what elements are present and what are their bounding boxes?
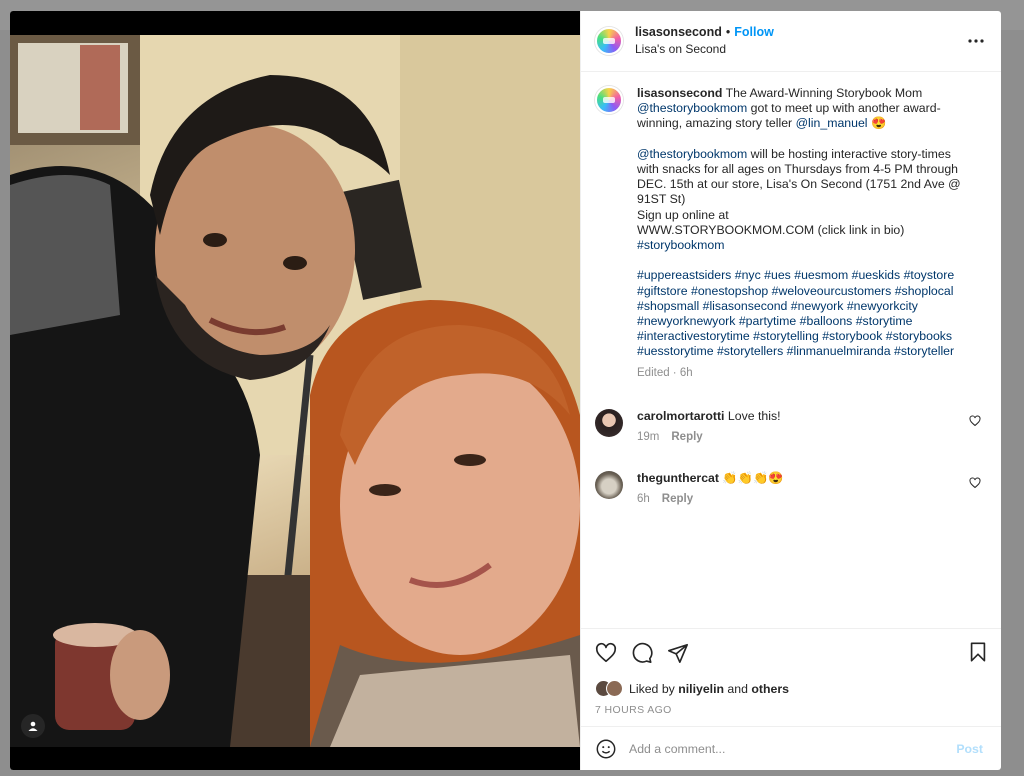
heart-icon[interactable]	[595, 642, 617, 664]
likes-summary: Liked by niliyelin and others	[581, 676, 1001, 697]
comment-item: thegunthercat 👏👏👏😍 6h Reply	[595, 471, 987, 507]
bookmark-icon[interactable]	[967, 641, 989, 663]
post-header: lisasonsecond • Follow Lisa's on Second	[581, 11, 1001, 72]
author-username[interactable]: lisasonsecond	[635, 25, 722, 39]
author-avatar[interactable]	[595, 27, 623, 55]
caption-username[interactable]: lisasonsecond	[637, 86, 722, 100]
mention-link[interactable]: @thestorybookmom	[637, 101, 747, 115]
post-modal: lisasonsecond • Follow Lisa's on Second li…	[10, 11, 1001, 770]
hashtags-block[interactable]: #uppereastsiders #nyc #ues #uesmom #uesk…	[637, 268, 958, 358]
action-bar	[581, 628, 1001, 676]
separator-dot: •	[725, 25, 731, 39]
add-comment-bar: Post	[581, 726, 1001, 770]
comment-bubble-icon[interactable]	[631, 642, 653, 664]
post-sidebar: lisasonsecond • Follow Lisa's on Second li…	[580, 11, 1001, 770]
reply-button[interactable]: Reply	[662, 493, 693, 505]
post-photo[interactable]	[10, 35, 580, 747]
comment-text: Love this!	[727, 408, 781, 423]
commenter-avatar[interactable]	[595, 408, 623, 437]
paper-plane-icon[interactable]	[667, 642, 689, 664]
comment-heart-icon[interactable]	[969, 415, 981, 427]
comment-input[interactable]	[629, 741, 957, 756]
comment-item: carolmortarotti Love this! 19m Reply	[595, 408, 987, 445]
comment-username[interactable]: carolmortarotti	[637, 409, 724, 423]
post-location[interactable]: Lisa's on Second	[635, 41, 774, 58]
caption: lisasonsecond The Award-Winning Storyboo…	[595, 86, 987, 381]
follow-button[interactable]: Follow	[734, 25, 774, 39]
post-timestamp[interactable]: 7 HOURS AGO	[581, 697, 1001, 726]
comment-text: 👏👏👏😍	[722, 471, 784, 486]
caption-avatar[interactable]	[595, 86, 623, 114]
caption-meta: Edited · 6h	[637, 366, 693, 379]
liker-avatar[interactable]	[606, 680, 623, 697]
reply-button[interactable]: Reply	[671, 431, 702, 443]
liker-username[interactable]: niliyelin	[678, 682, 724, 696]
comment-time: 6h	[637, 493, 650, 506]
comment-heart-icon[interactable]	[969, 477, 981, 489]
caption-text: lisasonsecond The Award-Winning Storyboo…	[637, 86, 961, 359]
smiley-icon[interactable]	[595, 738, 617, 760]
commenter-avatar[interactable]	[595, 471, 623, 500]
hashtag-link[interactable]: #storybookmom	[637, 238, 724, 252]
mention-link[interactable]: @lin_manuel	[796, 116, 868, 130]
post-comment-button[interactable]: Post	[956, 742, 983, 756]
comments-list[interactable]: lisasonsecond The Award-Winning Storyboo…	[581, 72, 1001, 628]
mention-link[interactable]: @thestorybookmom	[637, 147, 747, 161]
post-media	[10, 11, 580, 770]
likes-others-link[interactable]: others	[751, 682, 789, 696]
more-horizontal-icon[interactable]	[965, 33, 987, 49]
user-tag-icon[interactable]	[21, 714, 45, 738]
photo-illustration	[10, 35, 580, 747]
comment-username[interactable]: thegunthercat	[637, 471, 719, 485]
comment-time: 19m	[637, 431, 660, 444]
